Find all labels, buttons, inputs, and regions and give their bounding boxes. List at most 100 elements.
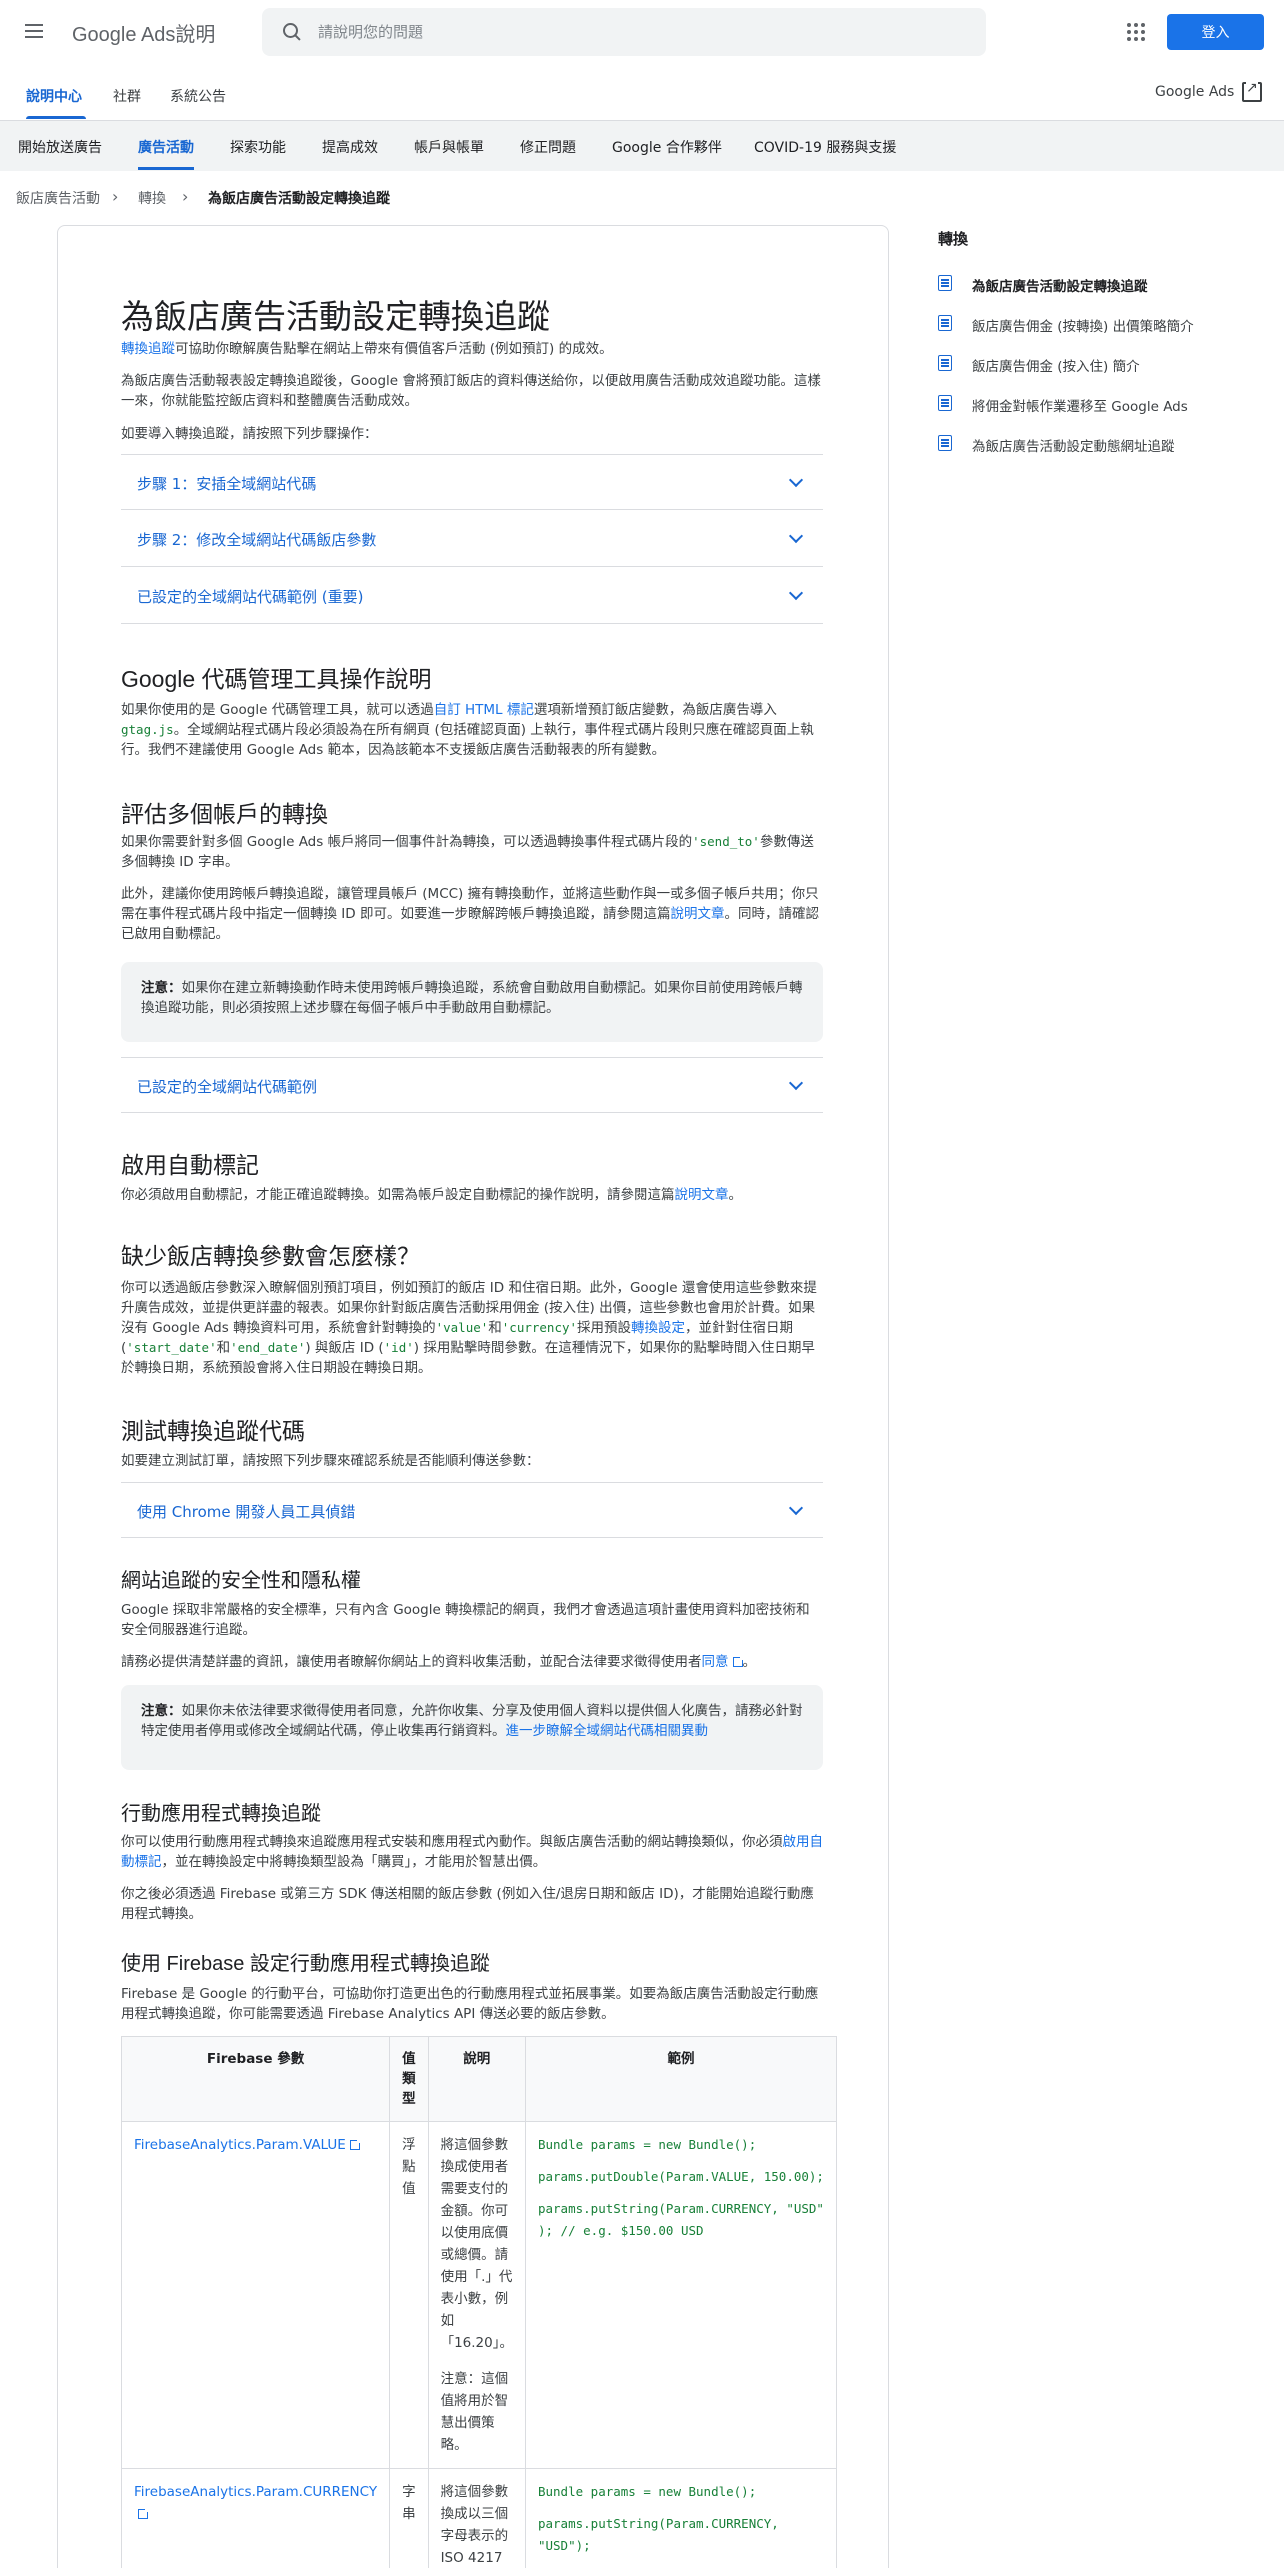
- tab-announcements[interactable]: 系統公告: [170, 86, 226, 106]
- code-line: params.putString(Param.CURRENCY,: [537, 2516, 779, 2531]
- category-fix-issues[interactable]: 修正問題: [520, 137, 576, 157]
- help-article-link[interactable]: 說明文章: [670, 906, 724, 922]
- sub-nav: 說明中心 社群 系統公告 Google Ads: [0, 64, 1284, 121]
- consent-link[interactable]: 同意: [702, 1654, 745, 1670]
- conversion-tracking-link[interactable]: 轉換追蹤: [121, 341, 175, 357]
- app-paragraph-2: 你之後必須透過 Firebase 或第三方 SDK 傳送相關的飯店參數 (例如入…: [121, 1886, 814, 1922]
- table-cell: FirebaseAnalytics.Param.CURRENCY: [120, 2468, 391, 2568]
- accordion-example[interactable]: 已設定的全域網站代碼範例 (重要): [121, 568, 823, 624]
- param-value-link[interactable]: FirebaseAnalytics.Param.VALUE: [134, 2137, 362, 2153]
- breadcrumb-conversions[interactable]: 轉換: [138, 188, 166, 208]
- section-heading-security: 網站追蹤的安全性和隱私權: [121, 1570, 361, 1592]
- toc-item-setup-tracking[interactable]: 為飯店廣告活動設定轉換追蹤: [938, 273, 1258, 297]
- page-title: 為飯店廣告活動設定轉換追蹤: [121, 298, 550, 335]
- breadcrumb-current: 為飯店廣告活動設定轉換追蹤: [208, 191, 390, 207]
- active-category-indicator: [138, 167, 194, 170]
- category-billing[interactable]: 帳戶與帳單: [414, 137, 484, 157]
- section-heading-app: 行動應用程式轉換追蹤: [121, 1803, 321, 1825]
- tab-help-center[interactable]: 說明中心: [26, 86, 82, 106]
- category-covid[interactable]: COVID-19 服務與支援: [754, 137, 896, 157]
- category-explore[interactable]: 探索功能: [230, 137, 286, 157]
- top-bar: Google Ads說明 登入: [0, 0, 1284, 64]
- tab-community[interactable]: 社群: [113, 86, 141, 106]
- code-line: params.putDouble(Param.VALUE, 150.00);: [537, 2169, 824, 2184]
- search-input[interactable]: [318, 20, 958, 44]
- autotag-paragraph: 你必須啟用自動標記，才能正確追蹤轉換。如需為帳戶設定自動標記的操作說明，請參閱這…: [121, 1187, 742, 1203]
- chevron-down-icon: [788, 1500, 804, 1516]
- category-partners[interactable]: Google 合作夥伴: [612, 137, 722, 157]
- section-heading-gtm: Google 代碼管理工具操作說明: [121, 666, 432, 692]
- search-box[interactable]: [262, 8, 986, 56]
- section-heading-firebase: 使用 Firebase 設定行動應用程式轉換追蹤: [121, 1953, 490, 1975]
- menu-icon[interactable]: [22, 20, 46, 44]
- security-paragraph-2: 請務必提供清楚詳盡的資訊，讓使用者瞭解你網站上的資料收集活動，並配合法律要求徵得…: [121, 1654, 756, 1670]
- column-header: Firebase 參數: [120, 2036, 391, 2122]
- code-line: ); // e.g. $150.00 USD: [537, 2223, 704, 2238]
- firebase-paragraph: Firebase 是 Google 的行動平台，可協助你打造更出色的行動應用程式…: [121, 1986, 819, 2022]
- apps-grid-icon[interactable]: [1124, 20, 1148, 44]
- accordion-chrome-devtools[interactable]: 使用 Chrome 開發人員工具偵錯: [121, 1482, 823, 1538]
- category-campaigns[interactable]: 廣告活動: [138, 137, 194, 157]
- section-heading-test: 測試轉換追蹤代碼: [121, 1418, 305, 1444]
- toc-item-reconciliation[interactable]: 將佣金對帳作業遷移至 Google Ads: [938, 393, 1258, 417]
- multi-paragraph-2: 此外，建議你使用跨帳戶轉換追蹤，讓管理員帳戶 (MCC) 擁有轉換動作，並將這些…: [121, 886, 819, 942]
- article-icon: [938, 395, 952, 411]
- accordion-example-2[interactable]: 已設定的全域網站代碼範例: [121, 1057, 823, 1113]
- note-box-2: 注意：如果你未依法律要求徵得使用者同意，允許你收集、分享及使用個人資料以提供個人…: [121, 1685, 823, 1770]
- article-icon: [938, 435, 952, 451]
- table-header-row: Firebase 參數 值類型 說明 範例: [120, 2036, 837, 2122]
- toc-item-dynamic-url[interactable]: 為飯店廣告活動設定動態網址追蹤: [938, 433, 1258, 457]
- help-article-link-2[interactable]: 說明文章: [675, 1187, 729, 1203]
- google-ads-link[interactable]: Google Ads: [1155, 84, 1234, 100]
- gtag-changes-link[interactable]: 進一步瞭解全域網站代碼相關異動: [506, 1723, 709, 1739]
- intro-paragraph: 轉換追蹤可協助你瞭解廣告點擊在網站上帶來有價值客戶活動 (例如預訂) 的成效。: [121, 341, 613, 357]
- open-in-new-icon: [138, 2507, 150, 2519]
- firebase-params-table: Firebase 參數 值類型 說明 範例 FirebaseAnalytics.…: [120, 2036, 837, 2568]
- toc-item-commission-stay[interactable]: 飯店廣告佣金 (按入住) 簡介: [938, 353, 1258, 377]
- toc-title: 轉換: [938, 230, 969, 248]
- category-get-started[interactable]: 開始放送廣告: [18, 137, 102, 157]
- accordion-step-2[interactable]: 步驟 2：修改全域網站代碼飯店參數: [121, 511, 823, 567]
- table-row: FirebaseAnalytics.Param.VALUE 浮點值 將這個參數換…: [120, 2121, 837, 2469]
- intro-paragraph-2: 為飯店廣告活動報表設定轉換追蹤後，Google 會將預訂飯店的資料傳送給你，以便…: [121, 373, 821, 409]
- search-icon: [282, 22, 302, 42]
- open-in-new-icon: [732, 1655, 745, 1667]
- code-line: "USD");: [537, 2538, 591, 2553]
- chevron-down-icon: [788, 528, 804, 544]
- category-nav: 開始放送廣告 廣告活動 探索功能 提高成效 帳戶與帳單 修正問題 Google …: [0, 121, 1284, 171]
- section-heading-missing-params: 缺少飯店轉換參數會怎麼樣？: [121, 1243, 420, 1269]
- table-cell: 字串: [389, 2468, 429, 2568]
- table-cell: 將這個參數換成以三個字母表示的 ISO 4217 貨幣代碼，代表預訂時使用的貨幣…: [427, 2468, 526, 2568]
- article-icon: [938, 275, 952, 291]
- section-heading-autotag: 啟用自動標記: [121, 1152, 259, 1178]
- column-header: 範例: [524, 2036, 837, 2122]
- note-box: 注意：如果你在建立新轉換動作時未使用跨帳戶轉換追蹤，系統會自動啟用自動標記。如果…: [121, 962, 823, 1042]
- chevron-down-icon: [788, 585, 804, 601]
- param-currency-link[interactable]: FirebaseAnalytics.Param.CURRENCY: [134, 2484, 377, 2522]
- table-cell: 將這個參數換成使用者需要支付的金額。你可以使用底價或總價。請使用「.」代表小數，…: [427, 2121, 526, 2469]
- conversion-settings-link[interactable]: 轉換設定: [631, 1320, 685, 1336]
- login-button[interactable]: 登入: [1167, 14, 1264, 50]
- toc-item-commission-conversion[interactable]: 飯店廣告佣金 (按轉換) 出價策略簡介: [938, 313, 1258, 337]
- active-tab-indicator: [26, 116, 86, 119]
- brand-title[interactable]: Google Ads說明: [72, 18, 215, 47]
- open-in-new-icon[interactable]: [1242, 80, 1262, 102]
- code-line: Bundle params = new Bundle();: [537, 2484, 757, 2499]
- accordion-step-1[interactable]: 步驟 1：安插全域網站代碼: [121, 454, 823, 510]
- chevron-right-icon: ›: [182, 187, 189, 206]
- chevron-down-icon: [788, 472, 804, 488]
- security-paragraph-1: Google 採取非常嚴格的安全標準，只有內含 Google 轉換標記的網頁，我…: [121, 1602, 810, 1638]
- test-paragraph: 如要建立測試訂單，請按照下列步驟來確認系統是否能順利傳送參數：: [121, 1453, 540, 1469]
- table-cell: Bundle params = new Bundle(); params.put…: [524, 2468, 837, 2568]
- breadcrumb-hotel-campaigns[interactable]: 飯店廣告活動: [16, 188, 100, 208]
- table-cell: FirebaseAnalytics.Param.VALUE: [120, 2121, 391, 2469]
- chevron-down-icon: [788, 1075, 804, 1091]
- app-paragraph-1: 你可以使用行動應用程式轉換來追蹤應用程式安裝和應用程式內動作。與飯店廣告活動的網…: [121, 1834, 823, 1870]
- column-header: 值類型: [389, 2036, 429, 2122]
- table-cell: Bundle params = new Bundle(); params.put…: [524, 2121, 837, 2469]
- multi-paragraph-1: 如果你需要針對多個 Google Ads 帳戶將同一個事件計為轉換，可以透過轉換…: [121, 834, 814, 870]
- category-improve[interactable]: 提高成效: [322, 137, 378, 157]
- article-icon: [938, 355, 952, 371]
- custom-html-link[interactable]: 自訂 HTML 標記: [434, 702, 534, 718]
- table-cell: 浮點值: [389, 2121, 429, 2469]
